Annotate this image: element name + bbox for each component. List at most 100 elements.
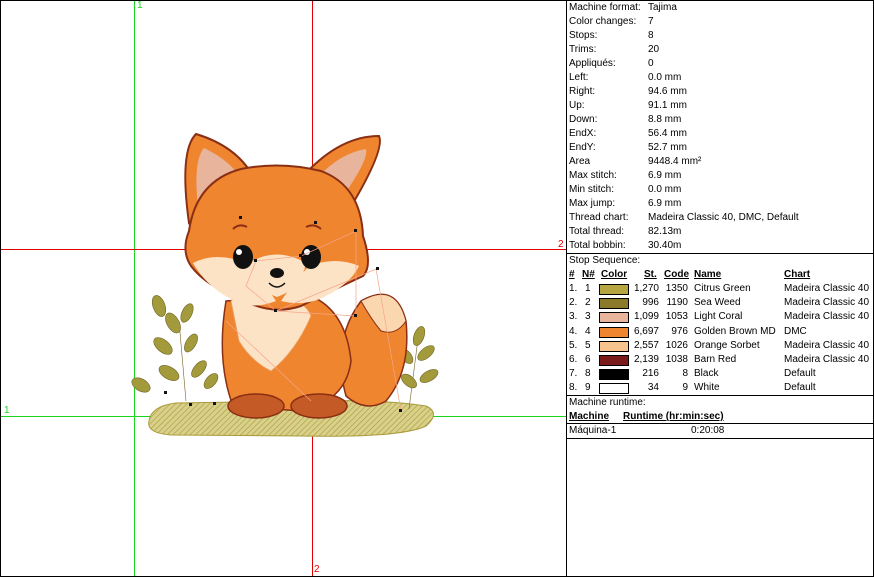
stop-num: 1. xyxy=(569,283,578,294)
stop-sequence-row: 1. 1 1,270 1350 Citrus Green Madeira Classic … xyxy=(567,282,873,296)
stop-sequence-row: 8. 9 34 9 White Default xyxy=(567,381,873,395)
stop-chart: Madeira Classic 40 xyxy=(784,297,870,309)
stop-code: 1350 xyxy=(665,283,688,294)
stop-num: 2. xyxy=(569,297,578,309)
info-row: Appliqués: 0 xyxy=(567,57,873,71)
info-value: Madeira Classic 40, DMC, Default xyxy=(648,212,799,223)
info-row: Max stitch: 6.9 mm xyxy=(567,169,873,183)
info-value: 6.9 mm xyxy=(648,198,682,209)
thread-color-swatch xyxy=(599,369,629,381)
stop-needle: 1 xyxy=(585,283,591,294)
stop-chart: Madeira Classic 40 xyxy=(784,339,870,351)
runtime-header: Machine Runtime (hr:min:sec) xyxy=(567,410,873,424)
info-label: Machine format: xyxy=(569,2,641,13)
stop-code: 9 xyxy=(682,382,688,394)
fox-embroidery-design xyxy=(131,132,439,437)
stop-stitches: 2,557 xyxy=(633,339,659,351)
stop-name: Golden Brown MD xyxy=(694,325,776,337)
stop-chart: DMC xyxy=(784,325,807,337)
info-value: 30.40m xyxy=(648,240,682,251)
info-label: Thread chart: xyxy=(569,212,629,223)
stop-code: 1190 xyxy=(666,297,688,309)
info-row: EndX: 56.4 mm xyxy=(567,127,873,141)
stop-sequence-row: 5. 5 2,557 1026 Orange Sorbet Madeira Classic… xyxy=(567,339,873,353)
info-value: 0.0 mm xyxy=(648,72,682,83)
stop-code: 1053 xyxy=(665,311,688,323)
info-label: EndY: xyxy=(569,142,596,153)
info-value: 8 xyxy=(648,30,654,41)
runtime-value: 0:20:08 xyxy=(691,425,725,436)
stop-chart: Default xyxy=(784,368,816,380)
thread-color-swatch xyxy=(599,284,629,295)
info-row: Min stitch: 0.0 mm xyxy=(567,183,873,197)
stop-needle: 6 xyxy=(585,354,591,365)
stop-name: Sea Weed xyxy=(694,297,741,309)
design-preview[interactable]: 1 1 2 2 xyxy=(1,1,567,576)
info-label: Stops: xyxy=(569,30,598,41)
thread-color-swatch xyxy=(599,326,629,338)
stop-needle: 2 xyxy=(585,297,591,309)
info-label: Trims: xyxy=(569,44,597,55)
stop-needle: 4 xyxy=(585,325,591,337)
info-row: Thread chart: Madeira Classic 40, DMC, De… xyxy=(567,211,873,225)
stop-needle: 3 xyxy=(585,311,591,323)
info-row: Color changes: 7 xyxy=(567,15,873,29)
stop-num: 6. xyxy=(569,354,578,365)
info-row: Total bobbin: 30.40m xyxy=(567,239,873,253)
col-header-color: Color xyxy=(601,269,628,280)
stop-chart: Default xyxy=(784,382,816,394)
info-value: 6.9 mm xyxy=(648,170,682,181)
stop-stitches: 1,099 xyxy=(633,311,659,323)
info-value: 9448.4 mm² xyxy=(648,156,702,167)
info-row: Right: 94.6 mm xyxy=(567,85,873,99)
col-header-machine: Machine xyxy=(569,411,610,422)
runtime-machine: Máquina-1 xyxy=(569,425,617,436)
stop-stitches: 216 xyxy=(642,368,659,380)
runtime-bottom-separator xyxy=(567,438,873,439)
info-label: Min stitch: xyxy=(569,184,615,195)
stop-name: Barn Red xyxy=(694,354,737,365)
thread-color-swatch xyxy=(599,355,629,366)
col-header-chart: Chart xyxy=(784,269,811,280)
stop-num: 5. xyxy=(569,339,578,351)
info-row: Total thread: 82.13m xyxy=(567,225,873,239)
info-value: 8.8 mm xyxy=(648,114,682,125)
stop-chart: Madeira Classic 40 xyxy=(784,311,870,323)
stop-stitches: 2,139 xyxy=(633,354,659,365)
info-row: Up: 91.1 mm xyxy=(567,99,873,113)
info-row: Left: 0.0 mm xyxy=(567,71,873,85)
col-header-n: N# xyxy=(582,269,595,280)
stop-name: Orange Sorbet xyxy=(694,339,760,351)
thread-color-swatch xyxy=(599,340,629,352)
col-header-runtime: Runtime (hr:min:sec) xyxy=(623,411,724,422)
stop-chart: Madeira Classic 40 xyxy=(784,283,870,294)
stop-sequence-row: 4. 4 6,697 976 Golden Brown MD DMC xyxy=(567,325,873,339)
info-label: Max jump: xyxy=(569,198,616,209)
stop-code: 8 xyxy=(682,368,688,380)
runtime-title: Machine runtime: xyxy=(569,397,646,408)
info-label: Total bobbin: xyxy=(569,240,626,251)
info-value: 94.6 mm xyxy=(648,86,687,97)
stop-stitches: 6,697 xyxy=(633,325,659,337)
info-label: Color changes: xyxy=(569,16,637,27)
stop-sequence-row: 7. 8 216 8 Black Default xyxy=(567,367,873,381)
info-label: Appliqués: xyxy=(569,58,616,69)
stop-sequence-row: 2. 2 996 1190 Sea Weed Madeira Classic 40 xyxy=(567,296,873,310)
stop-chart: Madeira Classic 40 xyxy=(784,354,870,365)
col-header-num: # xyxy=(569,269,575,280)
runtime-row: Máquina-1 0:20:08 xyxy=(567,424,873,438)
info-value: 0.0 mm xyxy=(648,184,682,195)
stop-name: White xyxy=(694,382,720,394)
info-row: Stops: 8 xyxy=(567,29,873,43)
info-value: 0 xyxy=(648,58,654,69)
info-label: EndX: xyxy=(569,128,597,139)
info-value: 7 xyxy=(648,16,654,27)
info-label: Down: xyxy=(569,114,598,125)
info-label: Up: xyxy=(569,100,585,111)
stop-needle: 9 xyxy=(585,382,591,394)
design-info-panel: Machine format: Tajima Color changes: 7 Stop… xyxy=(567,1,873,576)
stop-name: Black xyxy=(694,368,719,380)
info-value: 20 xyxy=(648,44,660,55)
col-header-st: St. xyxy=(644,269,657,280)
info-label: Right: xyxy=(569,86,596,97)
